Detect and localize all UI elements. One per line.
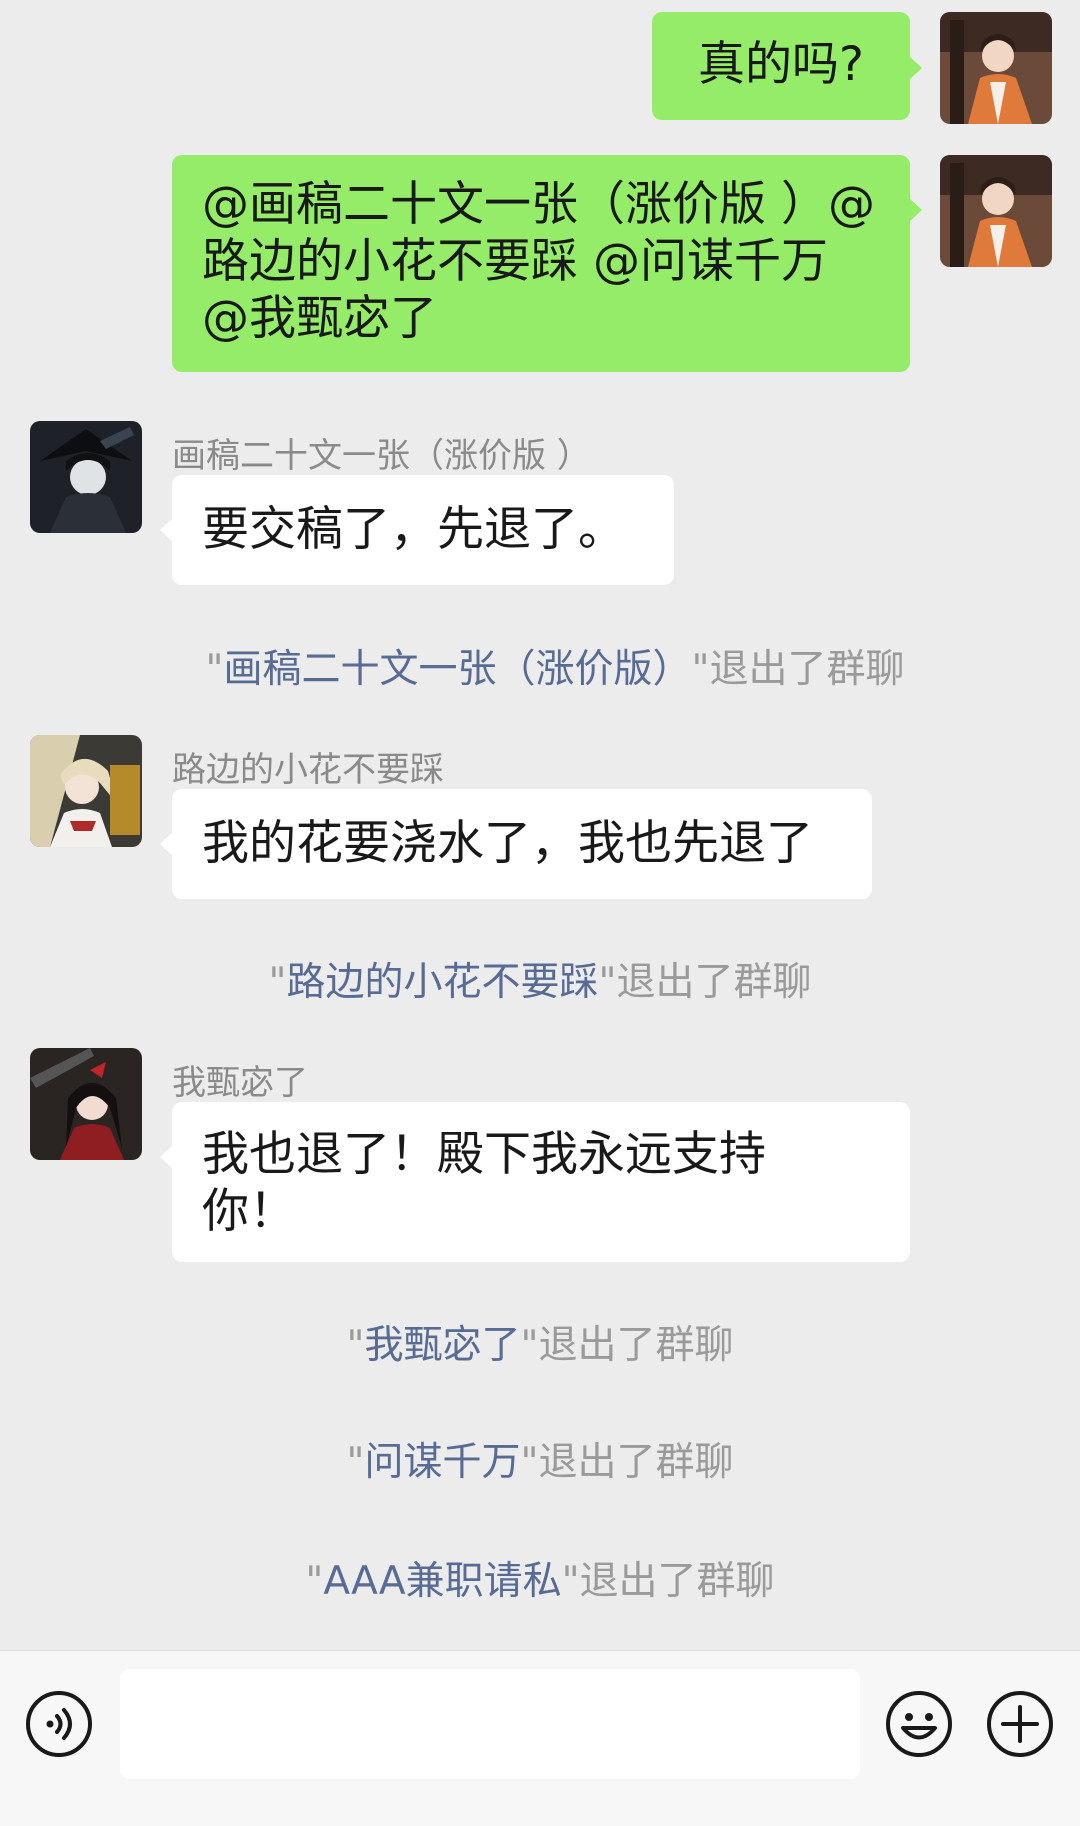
bubble-tail xyxy=(909,198,922,222)
chat-area[interactable]: 真的吗? @画稿二十文一张（涨价版 ）@路边的小花不要踩 @问谋千万 @我甄宓了… xyxy=(0,0,1080,1650)
system-notice: "AAA兼职请私"退出了群聊 xyxy=(0,1550,1080,1606)
message-input[interactable] xyxy=(120,1669,860,1779)
message-text: 我的花要浇水了，我也先退了 xyxy=(202,816,813,871)
more-button[interactable] xyxy=(985,1689,1055,1759)
sender-name: 画稿二十文一张（涨价版 ） xyxy=(172,436,591,476)
message-text: 真的吗? xyxy=(698,37,864,92)
message-text: 要交稿了，先退了。 xyxy=(202,502,625,557)
bubble-tail xyxy=(160,1145,173,1169)
system-notice-text: 退出了群聊 xyxy=(538,1323,734,1368)
system-notice: "画稿二十文一张（涨价版）"退出了群聊 xyxy=(0,638,1080,694)
incoming-message-bubble[interactable]: 要交稿了，先退了。 xyxy=(172,475,674,585)
system-notice-text: 退出了群聊 xyxy=(709,647,905,692)
sender-avatar[interactable] xyxy=(30,735,142,847)
quote-mark: " xyxy=(561,1559,580,1604)
quote-mark: " xyxy=(268,960,287,1005)
outgoing-message-bubble[interactable]: 真的吗? xyxy=(652,12,910,120)
system-notice-text: 退出了群聊 xyxy=(538,1440,734,1485)
system-notice: "路边的小花不要踩"退出了群聊 xyxy=(0,951,1080,1007)
quote-mark: " xyxy=(346,1323,365,1368)
emoji-icon xyxy=(886,1691,952,1757)
voice-icon xyxy=(26,1691,92,1757)
chat-input-bar xyxy=(0,1650,1080,1826)
system-notice-text: 退出了群聊 xyxy=(579,1559,775,1604)
system-notice-text: 退出了群聊 xyxy=(616,960,812,1005)
message-text: 我也退了！殿下我永远支持你！ xyxy=(202,1127,766,1239)
sender-avatar[interactable] xyxy=(30,1048,142,1160)
sender-avatar[interactable] xyxy=(30,421,142,533)
my-avatar[interactable] xyxy=(940,12,1052,124)
incoming-message-bubble[interactable]: 我的花要浇水了，我也先退了 xyxy=(172,789,872,899)
quote-mark: " xyxy=(691,647,710,692)
quote-mark: " xyxy=(305,1559,324,1604)
member-name-link[interactable]: AAA兼职请私 xyxy=(323,1559,561,1604)
bubble-tail xyxy=(160,832,173,856)
outgoing-message-bubble[interactable]: @画稿二十文一张（涨价版 ）@路边的小花不要踩 @问谋千万 @我甄宓了 xyxy=(172,155,910,372)
plus-icon xyxy=(987,1691,1053,1757)
incoming-message-bubble[interactable]: 我也退了！殿下我永远支持你！ xyxy=(172,1102,910,1262)
sender-name: 我甄宓了 xyxy=(172,1063,308,1103)
quote-mark: " xyxy=(346,1440,365,1485)
bubble-tail xyxy=(160,518,173,542)
member-name-link[interactable]: 路边的小花不要踩 xyxy=(286,960,598,1005)
quote-mark: " xyxy=(205,647,224,692)
emoji-button[interactable] xyxy=(884,1689,954,1759)
quote-mark: " xyxy=(520,1440,539,1485)
my-avatar[interactable] xyxy=(940,155,1052,267)
quote-mark: " xyxy=(598,960,617,1005)
voice-button[interactable] xyxy=(24,1689,94,1759)
member-name-link[interactable]: 画稿二十文一张（涨价版） xyxy=(223,647,691,692)
quote-mark: " xyxy=(520,1323,539,1368)
bubble-tail xyxy=(909,56,922,80)
member-name-link[interactable]: 我甄宓了 xyxy=(364,1323,520,1368)
system-notice: "问谋千万"退出了群聊 xyxy=(0,1431,1080,1487)
system-notice: "我甄宓了"退出了群聊 xyxy=(0,1314,1080,1370)
member-name-link[interactable]: 问谋千万 xyxy=(364,1440,520,1485)
message-text: @画稿二十文一张（涨价版 ）@路边的小花不要踩 @问谋千万 @我甄宓了 xyxy=(202,177,875,346)
sender-name: 路边的小花不要踩 xyxy=(172,750,444,790)
